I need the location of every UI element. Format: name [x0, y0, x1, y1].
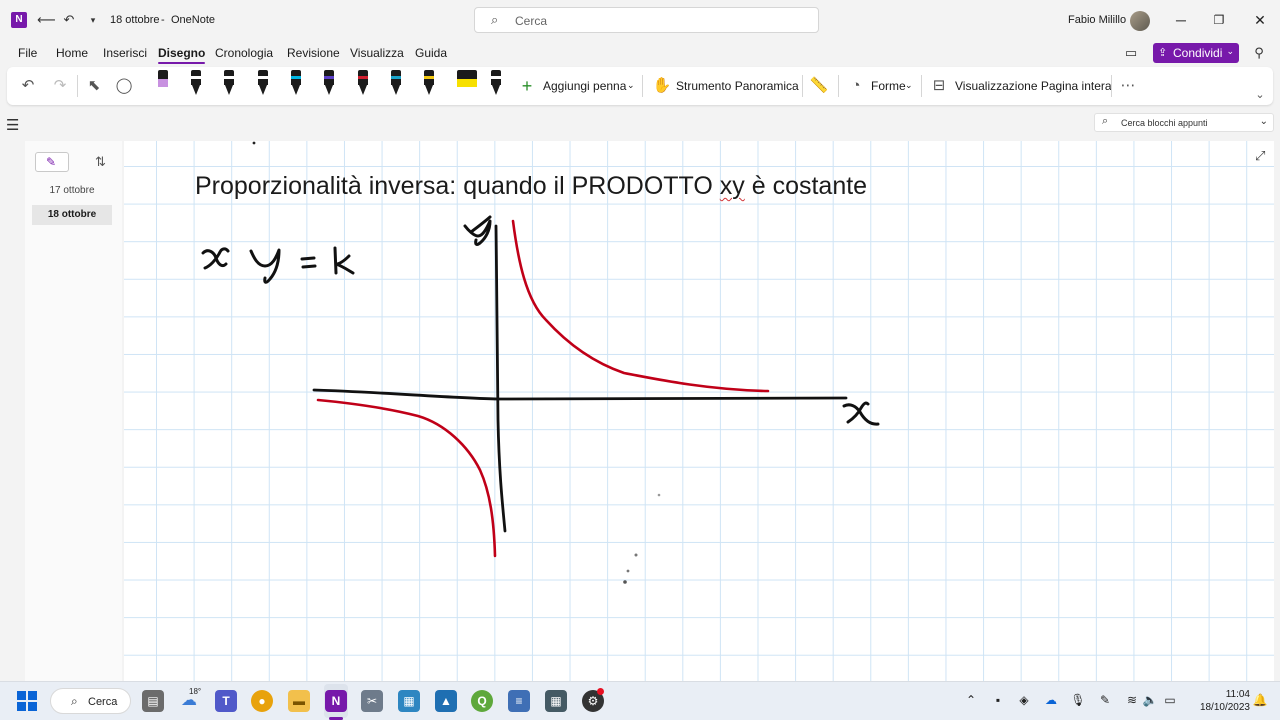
microphone-icon[interactable]: 🎙	[1070, 693, 1086, 707]
notifications-bell-icon[interactable]: 🔔	[1252, 693, 1268, 707]
tray-app-icon[interactable]: ▪	[990, 693, 1006, 707]
clock[interactable]: 11:04 18/10/2023	[1188, 688, 1250, 714]
taskbar-search[interactable]: ⌕ Cerca	[50, 688, 131, 714]
ink-letter-x	[201, 247, 230, 270]
task-view-icon[interactable]: ▤	[142, 690, 164, 712]
ink-dot	[252, 141, 256, 145]
clock-date: 18/10/2023	[1199, 702, 1250, 713]
file-explorer-icon[interactable]: ▬	[288, 690, 310, 712]
ink-dot	[626, 569, 630, 573]
qgis-icon[interactable]: Q	[471, 690, 493, 712]
clock-time: 11:04	[1225, 689, 1250, 700]
onenote-icon[interactable]: N	[325, 690, 347, 712]
drive-icon[interactable]: ◈	[1016, 693, 1032, 707]
search-icon: ⌕	[71, 694, 78, 708]
ink-dot	[657, 493, 661, 497]
photos-icon[interactable]: ▲	[435, 690, 457, 712]
windows-start-icon[interactable]	[17, 691, 37, 711]
show-hidden-icons-icon[interactable]: ⌃	[963, 693, 979, 707]
weather-temperature: 18°	[189, 687, 202, 696]
ink-axis-label-y	[463, 215, 492, 246]
onedrive-icon[interactable]: ☁	[1043, 693, 1059, 707]
ink-y-axis	[494, 224, 507, 533]
calculator-icon[interactable]: ▦	[545, 690, 567, 712]
notification-badge	[597, 688, 604, 695]
whiteboard-icon[interactable]: ▦	[398, 690, 420, 712]
pen-menu-icon[interactable]: ✎	[1097, 693, 1113, 707]
ink-drawing	[201, 141, 880, 584]
ink-letter-y	[249, 248, 281, 284]
volume-icon[interactable]: 🔈	[1142, 693, 1158, 707]
snipping-tool-icon[interactable]: ✂	[361, 690, 383, 712]
ink-hyperbola-branch-q1	[511, 219, 770, 393]
ink-dot	[623, 580, 627, 584]
battery-icon[interactable]: ▭	[1162, 693, 1178, 707]
wifi-icon[interactable]: ≋	[1124, 693, 1140, 707]
taskbar-search-label: Cerca	[88, 696, 118, 708]
chrome-icon[interactable]: ●	[251, 690, 273, 712]
ink-dot	[634, 553, 638, 557]
ink-hyperbola-branch-q3	[316, 398, 497, 558]
taskbar: ⌕ Cerca ▤ ☁ 18° T ● ▬ N ✂ ▦ ▲ Q ≡ ▦ ⚙ ⌃ …	[0, 681, 1280, 720]
teams-icon[interactable]: T	[215, 690, 237, 712]
notepad-icon[interactable]: ≡	[508, 690, 530, 712]
ink-axis-label-x	[842, 401, 880, 426]
ink-equals-sign	[300, 256, 317, 269]
ink-letter-k	[333, 246, 355, 275]
